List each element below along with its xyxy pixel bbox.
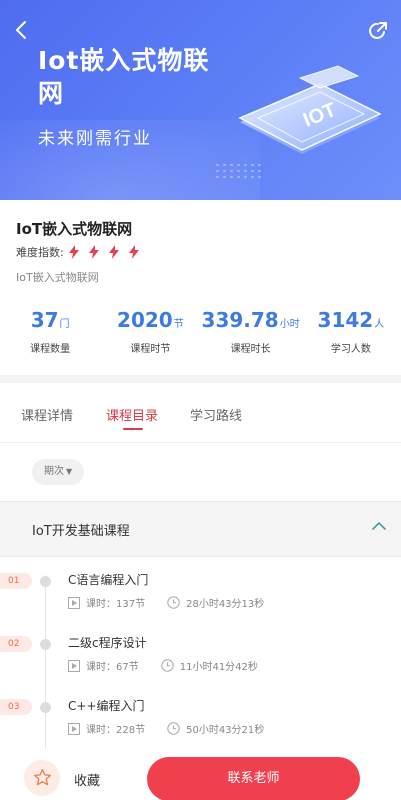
lightning-icon bbox=[88, 245, 99, 259]
term-filter-dropdown[interactable]: 期次 ▼ bbox=[32, 459, 85, 485]
stat-value: 3142 bbox=[317, 308, 374, 332]
lightning-icon bbox=[108, 245, 119, 259]
contact-teacher-button[interactable]: 联系老师 bbox=[147, 757, 360, 800]
banner-subtitle: 未来刚需行业 bbox=[38, 129, 152, 149]
difficulty-rating bbox=[68, 245, 140, 259]
stat-unit: 节 bbox=[173, 319, 184, 330]
tab-course-catalog[interactable]: 课程目录 bbox=[106, 405, 158, 424]
course-info: IoT嵌入式物联网 难度指数: IoT嵌入式物联网 37门 课程数量 2020节… bbox=[0, 200, 401, 375]
caret-down-icon: ▼ bbox=[66, 467, 73, 476]
back-button[interactable] bbox=[10, 18, 34, 42]
iot-chip-illustration: IOT bbox=[238, 65, 382, 154]
lesson-meta: 课时：137节 28小时43分13秒 bbox=[68, 595, 264, 610]
lesson-item[interactable]: 03 C++编程入门 课时：228节 50小时43分21秒 bbox=[0, 689, 401, 751]
stat-value: 37 bbox=[30, 308, 59, 332]
play-icon bbox=[68, 659, 80, 672]
clock-icon bbox=[167, 596, 180, 609]
course-banner: Iot嵌入式物联网 未来刚需行业 IOT bbox=[0, 0, 401, 200]
course-detail-page: Iot嵌入式物联网 未来刚需行业 IOT IoT嵌入式物联网 难度指数: IoT… bbox=[0, 0, 401, 800]
difficulty-row: 难度指数: bbox=[16, 244, 140, 260]
share-icon bbox=[369, 22, 387, 39]
stat-lesson-count: 2020节 课程时节 bbox=[100, 308, 200, 368]
chevron-left-icon bbox=[16, 21, 26, 39]
lesson-index: 01 bbox=[0, 573, 32, 589]
stat-unit: 人 bbox=[374, 319, 385, 330]
lesson-duration: 11小时41分42秒 bbox=[179, 662, 258, 673]
course-title: IoT嵌入式物联网 bbox=[16, 220, 133, 238]
banner-title: Iot嵌入式物联网 bbox=[38, 46, 210, 108]
section-header[interactable]: IoT开发基础课程 bbox=[0, 501, 401, 557]
course-stats: 37门 课程数量 2020节 课程时节 339.78小时 课程时长 3142人 … bbox=[0, 308, 401, 368]
bottom-action-bar: 收藏 联系老师 bbox=[0, 748, 401, 800]
clock-icon bbox=[161, 659, 174, 672]
play-icon bbox=[68, 596, 80, 609]
stat-learners: 3142人 学习人数 bbox=[301, 308, 401, 368]
lesson-title: 二级c程序设计 bbox=[68, 636, 147, 650]
play-icon bbox=[68, 722, 80, 735]
tab-course-details[interactable]: 课程详情 bbox=[21, 405, 73, 424]
lesson-count: 课时：228节 bbox=[86, 725, 146, 736]
timeline-dot bbox=[40, 576, 51, 587]
section-divider bbox=[0, 375, 401, 383]
lesson-title: C语言编程入门 bbox=[68, 573, 149, 587]
stat-course-count: 37门 课程数量 bbox=[0, 308, 100, 368]
stat-label: 学习人数 bbox=[330, 344, 371, 355]
active-tab-indicator bbox=[123, 428, 143, 430]
stat-value: 339.78 bbox=[201, 308, 279, 332]
star-icon bbox=[33, 768, 52, 786]
favorite-button[interactable] bbox=[24, 760, 60, 796]
lightning-icon bbox=[128, 245, 139, 259]
course-tabs: 课程详情 课程目录 学习路线 bbox=[0, 383, 401, 443]
lesson-duration: 50小时43分21秒 bbox=[186, 725, 265, 736]
lightning-icon bbox=[68, 245, 79, 259]
clock-icon bbox=[167, 722, 180, 735]
lesson-count: 课时：137节 bbox=[86, 599, 146, 610]
term-filter-label: 期次 bbox=[44, 466, 64, 477]
lesson-item[interactable]: 02 二级c程序设计 课时：67节 11小时41分42秒 bbox=[0, 626, 401, 688]
stat-value: 2020 bbox=[117, 308, 173, 332]
filter-row: 期次 ▼ bbox=[0, 443, 401, 501]
lesson-duration: 28小时43分13秒 bbox=[186, 599, 265, 610]
stat-label: 课程时节 bbox=[130, 344, 171, 355]
section-title: IoT开发基础课程 bbox=[32, 524, 130, 539]
lesson-meta: 课时：228节 50小时43分21秒 bbox=[68, 721, 264, 736]
lesson-index: 02 bbox=[0, 636, 32, 652]
lesson-title: C++编程入门 bbox=[68, 699, 145, 713]
stat-unit: 小时 bbox=[279, 319, 300, 330]
share-button[interactable] bbox=[367, 20, 389, 42]
chevron-up-icon[interactable] bbox=[371, 520, 387, 532]
timeline-dot bbox=[40, 702, 51, 713]
lesson-index: 03 bbox=[0, 699, 32, 715]
stat-unit: 门 bbox=[59, 319, 70, 330]
favorite-label[interactable]: 收藏 bbox=[74, 770, 100, 789]
stat-label: 课程数量 bbox=[30, 344, 71, 355]
lesson-item[interactable]: 01 C语言编程入门 课时：137节 28小时43分13秒 bbox=[0, 563, 401, 625]
difficulty-label: 难度指数: bbox=[16, 246, 64, 259]
stat-duration: 339.78小时 课程时长 bbox=[201, 308, 301, 368]
lesson-meta: 课时：67节 11小时41分42秒 bbox=[68, 658, 258, 673]
stat-label: 课程时长 bbox=[230, 344, 271, 355]
timeline-dot bbox=[40, 639, 51, 650]
lesson-count: 课时：67节 bbox=[86, 662, 139, 673]
course-subtitle: IoT嵌入式物联网 bbox=[16, 271, 99, 284]
tab-learning-path[interactable]: 学习路线 bbox=[190, 405, 242, 424]
